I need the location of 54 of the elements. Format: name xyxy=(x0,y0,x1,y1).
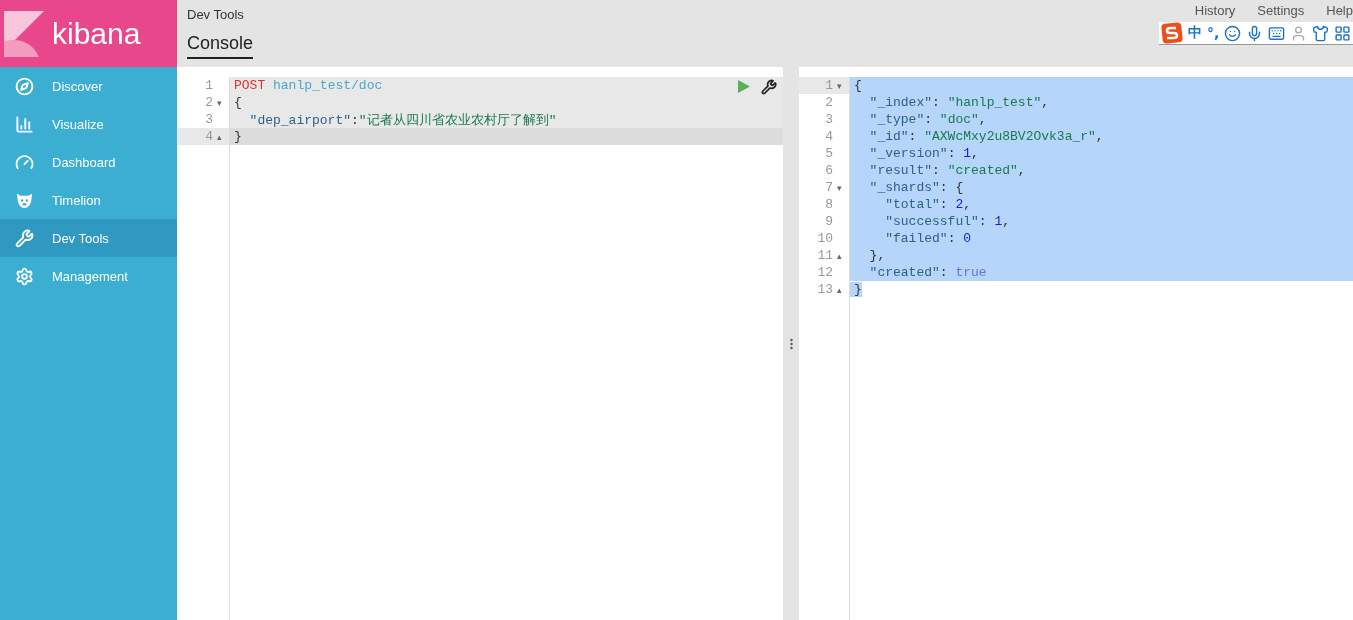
nav-item[interactable]: Dashboard xyxy=(0,143,177,181)
line-number: 13 xyxy=(816,282,834,297)
code-line: POST hanlp_test/doc xyxy=(233,78,383,93)
code-line: } xyxy=(233,129,242,144)
nav-item[interactable]: Dev Tools xyxy=(0,219,177,257)
app-name: kibana xyxy=(52,16,141,51)
ime-logo-icon[interactable] xyxy=(1161,22,1183,44)
line-number: 9 xyxy=(824,214,834,229)
dashboard-icon xyxy=(15,152,34,172)
kibana-logo-icon xyxy=(4,10,44,57)
fold-toggle[interactable]: ▾ xyxy=(837,80,842,91)
code-line: "dep_airport":"记者从四川省农业农村厅了解到" xyxy=(248,111,557,129)
line-number: 6 xyxy=(824,163,834,178)
nav-item[interactable]: Discover xyxy=(0,67,177,105)
page-title: Dev Tools xyxy=(187,6,244,22)
line-number: 4 xyxy=(204,129,214,144)
smiley-icon[interactable] xyxy=(1224,24,1242,42)
line-number: 7 xyxy=(824,180,834,195)
ime-option[interactable]: °, xyxy=(1207,25,1220,41)
bar-chart-icon xyxy=(15,114,34,134)
fold-toggle[interactable]: ▴ xyxy=(837,250,842,261)
line-number: 10 xyxy=(816,231,834,246)
nav-item[interactable]: Management xyxy=(0,257,177,295)
fold-toggle[interactable]: ▾ xyxy=(837,182,842,193)
fold-toggle[interactable]: ▴ xyxy=(217,131,222,142)
line-number: 1 xyxy=(204,78,214,93)
line-number: 2 xyxy=(204,95,214,110)
fold-toggle[interactable]: ▴ xyxy=(837,284,842,295)
line-number: 12 xyxy=(816,265,834,280)
nav-item[interactable]: Timelion xyxy=(0,181,177,219)
wrench-icon[interactable] xyxy=(761,79,777,95)
line-number: 3 xyxy=(204,112,214,127)
header-link[interactable]: Help xyxy=(1326,3,1353,18)
keyboard-icon[interactable] xyxy=(1268,24,1286,42)
line-number: 1 xyxy=(824,78,834,93)
line-number: 5 xyxy=(824,146,834,161)
console-tab[interactable]: Console xyxy=(187,33,254,59)
ime-option[interactable]: 中 xyxy=(1188,24,1202,42)
shirt-icon[interactable] xyxy=(1312,24,1330,42)
line-number: 11 xyxy=(816,248,834,263)
fold-toggle[interactable]: ▾ xyxy=(217,97,222,108)
wrench-icon xyxy=(15,228,34,248)
grid-icon[interactable] xyxy=(1334,24,1352,42)
compass-icon xyxy=(15,76,34,96)
nav-item[interactable]: Visualize xyxy=(0,105,177,143)
line-number: 3 xyxy=(824,112,834,127)
line-number: 4 xyxy=(824,129,834,144)
header-link[interactable]: Settings xyxy=(1257,3,1305,18)
code-line: { xyxy=(233,95,242,110)
header-link[interactable]: History xyxy=(1194,3,1236,18)
settings-icon xyxy=(15,266,34,286)
resize-handle-icon[interactable] xyxy=(789,337,793,350)
line-number: 2 xyxy=(824,95,834,110)
line-number: 8 xyxy=(824,197,834,212)
